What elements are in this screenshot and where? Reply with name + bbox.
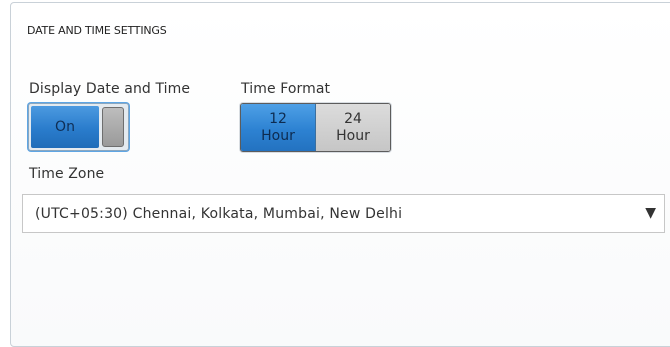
display-date-time-label: Display Date and Time (29, 81, 191, 97)
time-format-option-12-hour[interactable]: 12 Hour (241, 104, 316, 151)
time-zone-label: Time Zone (29, 166, 105, 182)
option-unit: Hour (261, 127, 295, 144)
time-zone-selected-value: (UTC+05:30) Chennai, Kolkata, Mumbai, Ne… (35, 206, 403, 222)
option-number: 24 (344, 110, 362, 127)
toggle-on-label: On (31, 106, 99, 148)
time-zone-dropdown[interactable]: (UTC+05:30) Chennai, Kolkata, Mumbai, Ne… (22, 194, 665, 233)
time-format-segmented-control: 12 Hour 24 Hour (240, 103, 391, 152)
section-title: DATE AND TIME SETTINGS (27, 24, 167, 37)
time-format-option-24-hour[interactable]: 24 Hour (316, 104, 390, 151)
date-time-settings-panel (10, 2, 670, 347)
display-date-time-toggle[interactable]: On (28, 103, 129, 151)
option-unit: Hour (336, 127, 370, 144)
triangle-down-icon[interactable]: ▼ (645, 205, 656, 221)
toggle-knob[interactable] (102, 107, 124, 147)
option-number: 12 (269, 110, 287, 127)
time-format-label: Time Format (241, 81, 331, 97)
